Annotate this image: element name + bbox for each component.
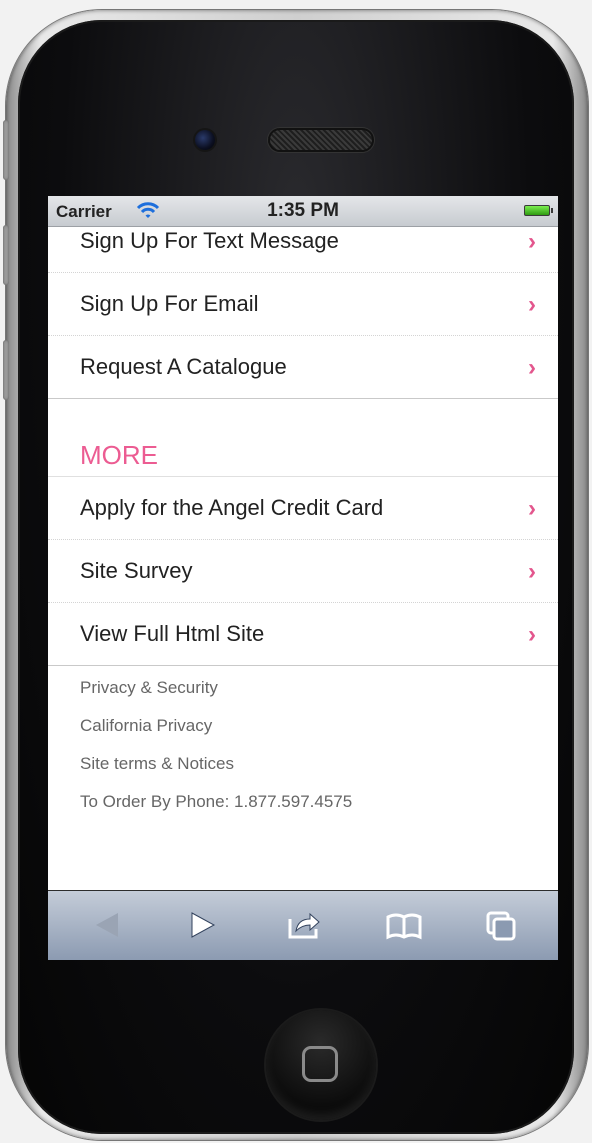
list-item-label: Sign Up For Text Message bbox=[80, 228, 339, 253]
home-square-icon bbox=[302, 1046, 338, 1082]
volume-down-button[interactable] bbox=[3, 340, 9, 400]
list-item-label: View Full Html Site bbox=[80, 621, 265, 646]
footer-link-site-terms[interactable]: Site terms & Notices bbox=[80, 754, 558, 792]
battery-icon bbox=[524, 205, 553, 216]
chevron-right-icon: › bbox=[528, 495, 536, 522]
speaker-grille bbox=[268, 128, 374, 152]
browser-toolbar bbox=[48, 890, 558, 960]
tabs-icon[interactable] bbox=[480, 905, 524, 945]
list-item-label: Sign Up For Email bbox=[80, 291, 259, 316]
chevron-right-icon: › bbox=[528, 621, 536, 648]
list-item-label: Request A Catalogue bbox=[80, 354, 287, 379]
footer-link-privacy[interactable]: Privacy & Security bbox=[80, 678, 558, 716]
forward-icon[interactable] bbox=[180, 905, 224, 945]
bookmarks-icon[interactable] bbox=[382, 905, 426, 945]
share-icon[interactable] bbox=[282, 905, 326, 945]
list-item-full-site[interactable]: View Full Html Site › bbox=[48, 603, 558, 666]
list-item-credit-card[interactable]: Apply for the Angel Credit Card › bbox=[48, 477, 558, 540]
back-icon[interactable] bbox=[84, 905, 128, 945]
chevron-right-icon: › bbox=[528, 228, 536, 255]
footer-link-california-privacy[interactable]: California Privacy bbox=[80, 716, 558, 754]
list-item-site-survey[interactable]: Site Survey › bbox=[48, 540, 558, 603]
list-item-label: Site Survey bbox=[80, 558, 193, 583]
phone-screen: Carrier 1:35 PM Sign Up For Text Message… bbox=[48, 196, 558, 960]
chevron-right-icon: › bbox=[528, 354, 536, 381]
footer-phone[interactable]: To Order By Phone: 1.877.597.4575 bbox=[80, 792, 558, 830]
footer-links: Privacy & Security California Privacy Si… bbox=[48, 666, 558, 830]
status-bar: Carrier 1:35 PM bbox=[48, 196, 558, 227]
home-button[interactable] bbox=[266, 1010, 376, 1120]
volume-up-button[interactable] bbox=[3, 225, 9, 285]
chevron-right-icon: › bbox=[528, 558, 536, 585]
mute-switch[interactable] bbox=[3, 120, 9, 180]
section-header-more: MORE bbox=[48, 433, 558, 477]
page-content: Sign Up For Text Message › Sign Up For E… bbox=[48, 226, 558, 830]
chevron-right-icon: › bbox=[528, 291, 536, 318]
list-item-catalogue[interactable]: Request A Catalogue › bbox=[48, 336, 558, 399]
camera-icon bbox=[195, 130, 215, 150]
list-item-label: Apply for the Angel Credit Card bbox=[80, 495, 384, 520]
list-item-email[interactable]: Sign Up For Email › bbox=[48, 273, 558, 336]
list-item-text-message[interactable]: Sign Up For Text Message › bbox=[48, 226, 558, 273]
status-time: 1:35 PM bbox=[267, 200, 339, 221]
